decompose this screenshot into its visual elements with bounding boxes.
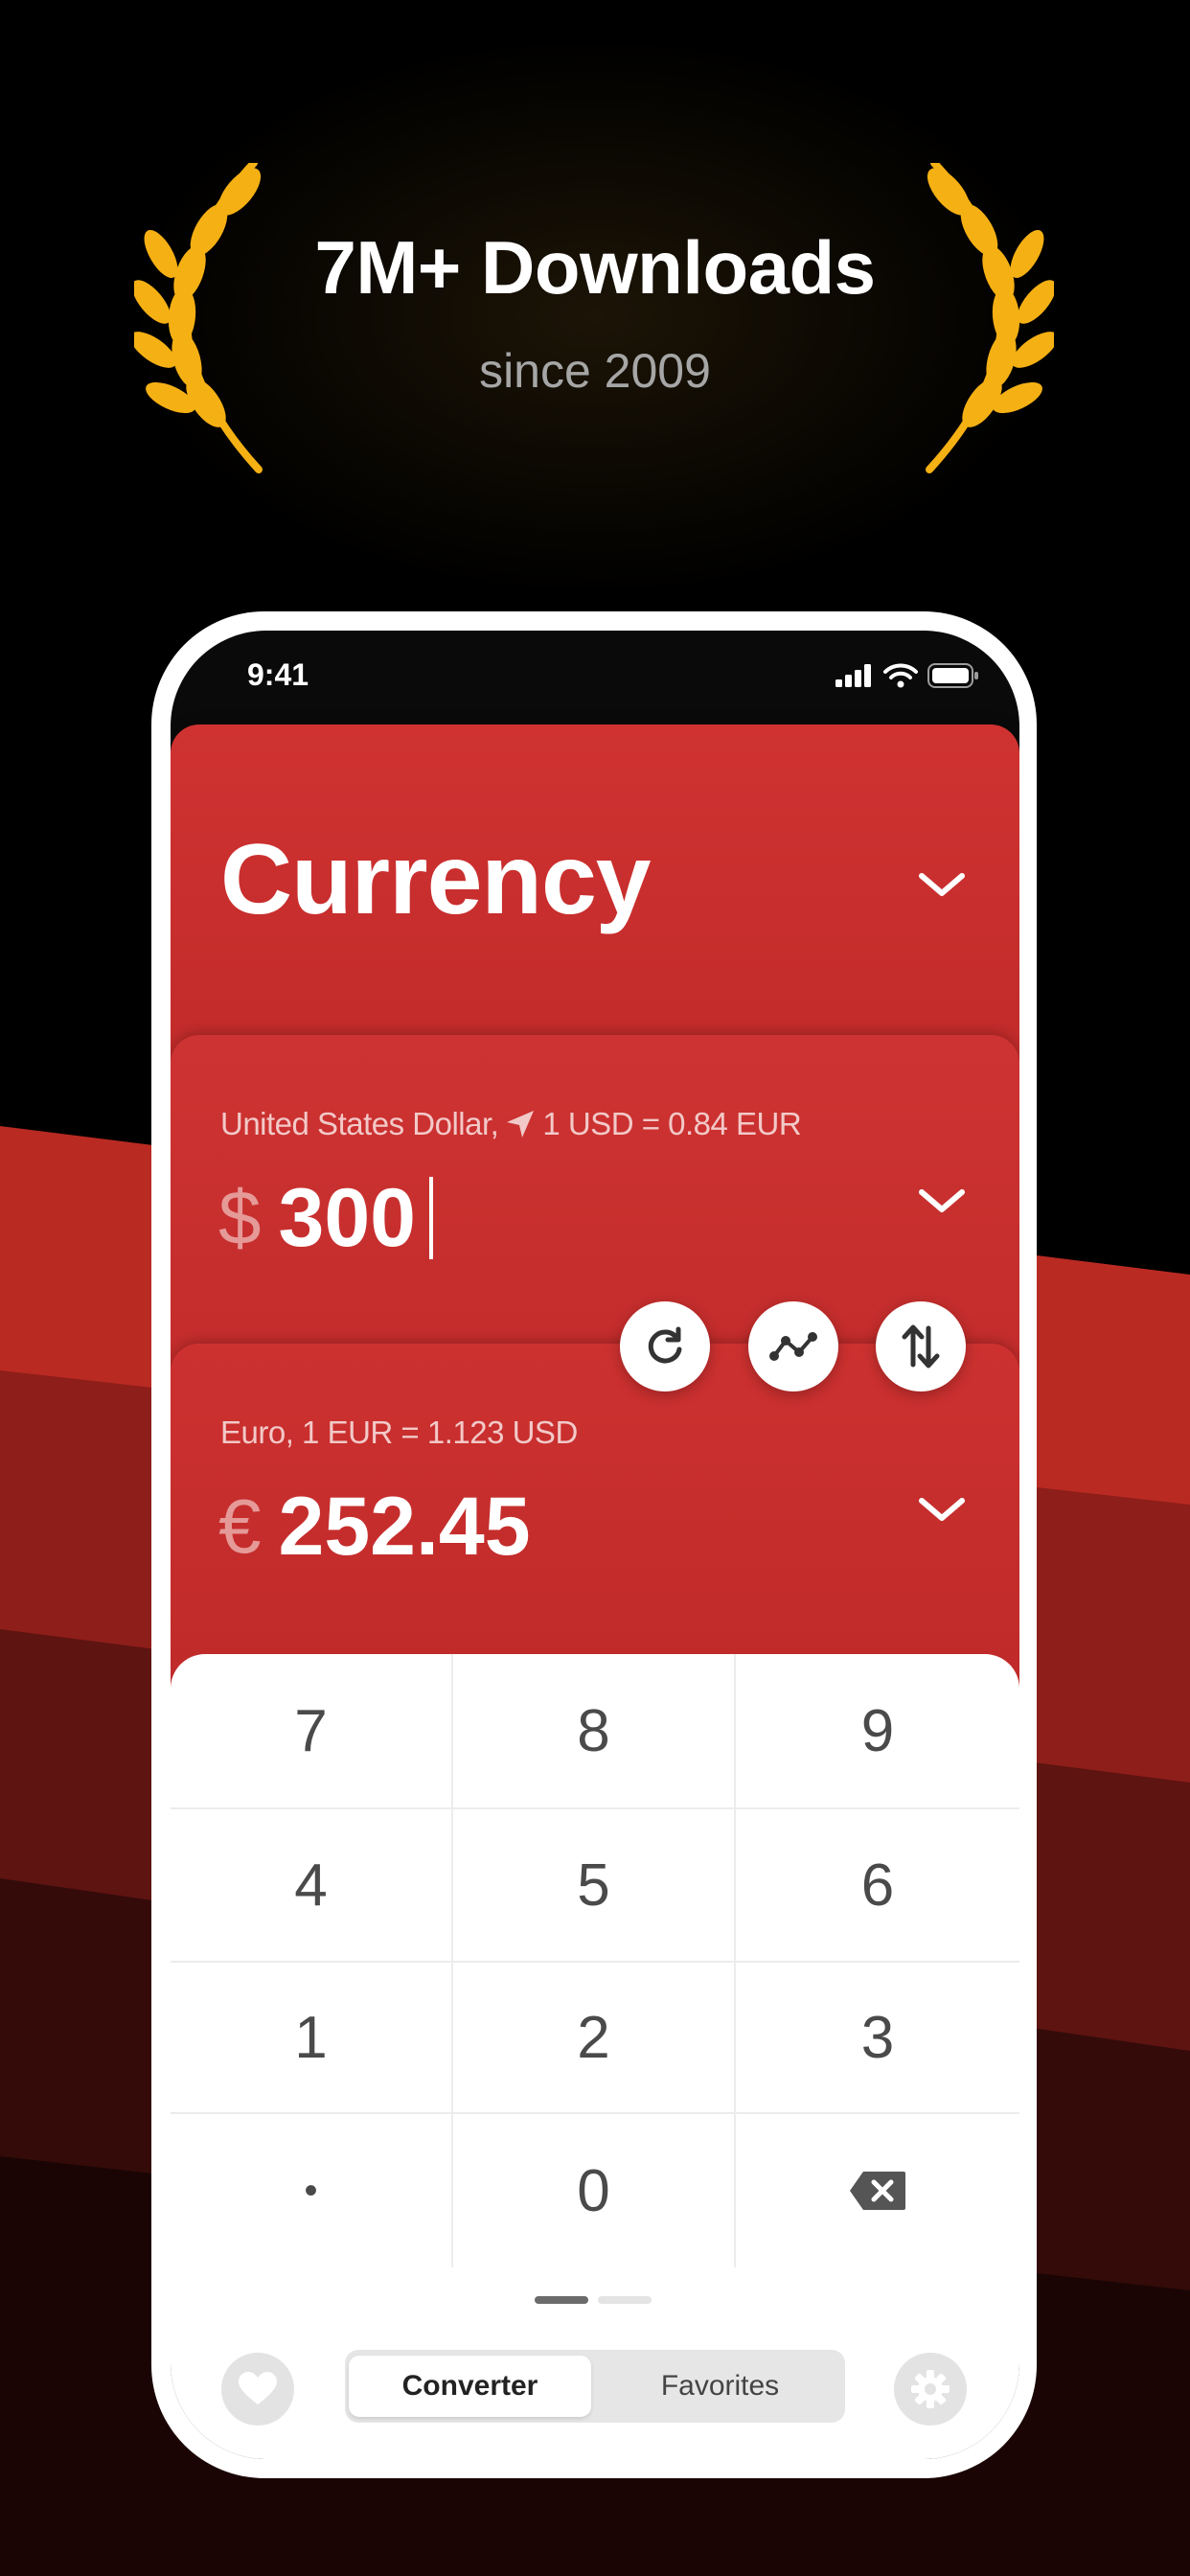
chevron-down-icon[interactable] xyxy=(916,1184,968,1217)
heart-icon xyxy=(239,2372,277,2404)
location-arrow-icon xyxy=(507,1111,535,1138)
text-cursor xyxy=(429,1177,433,1259)
subline: since 2009 xyxy=(479,344,711,398)
promo-header: 7M+ Downloads since 2009 xyxy=(0,230,1190,395)
to-currency-label: Euro, 1 EUR = 1.123 USD xyxy=(220,1414,578,1450)
key-decimal[interactable]: • xyxy=(171,2114,453,2267)
from-amount[interactable]: 300 xyxy=(279,1177,417,1259)
backspace-icon xyxy=(850,2172,905,2210)
phone-screen: 9:41 Currency United States Dollar, 1 US… xyxy=(171,631,1019,2459)
key-5[interactable]: 5 xyxy=(453,1809,736,1963)
favorites-heart-button[interactable] xyxy=(221,2353,294,2426)
chart-icon xyxy=(769,1332,817,1361)
page-title: Currency xyxy=(220,824,652,935)
wifi-icon xyxy=(883,663,918,688)
chart-button[interactable] xyxy=(748,1301,838,1392)
key-1[interactable]: 1 xyxy=(171,1963,453,2114)
settings-button[interactable] xyxy=(894,2353,967,2426)
status-time: 9:41 xyxy=(247,657,309,692)
euro-symbol: € xyxy=(218,1484,262,1569)
dollar-symbol: $ xyxy=(218,1175,262,1260)
chevron-down-icon[interactable] xyxy=(916,1493,968,1526)
key-8[interactable]: 8 xyxy=(453,1654,736,1809)
key-7[interactable]: 7 xyxy=(171,1654,453,1809)
from-currency-name: United States Dollar, xyxy=(220,1106,499,1141)
from-amount-input[interactable]: $ 300 xyxy=(218,1177,433,1259)
refresh-icon xyxy=(648,1326,682,1364)
page-indicator xyxy=(535,2296,652,2304)
gear-icon xyxy=(911,2370,950,2408)
page-dot-active xyxy=(535,2296,588,2304)
key-9[interactable]: 9 xyxy=(736,1654,1019,1809)
swap-button[interactable] xyxy=(876,1301,966,1392)
cellular-signal-icon xyxy=(835,664,871,687)
refresh-button[interactable] xyxy=(620,1301,710,1392)
key-4[interactable]: 4 xyxy=(171,1809,453,1963)
chevron-down-icon[interactable] xyxy=(916,868,968,901)
key-2[interactable]: 2 xyxy=(453,1963,736,2114)
swap-icon xyxy=(902,1324,940,1368)
from-currency-label: United States Dollar, 1 USD = 0.84 EUR xyxy=(220,1106,802,1142)
headline: 7M+ Downloads xyxy=(314,225,876,310)
to-amount: 252.45 xyxy=(278,1481,531,1573)
key-backspace[interactable] xyxy=(736,2114,1019,2267)
key-6[interactable]: 6 xyxy=(736,1809,1019,1963)
tab-converter[interactable]: Converter xyxy=(349,2356,591,2417)
numeric-keypad: 7 8 9 4 5 6 1 2 3 • 0 Converter Favorite… xyxy=(171,1654,1019,2459)
page-dot[interactable] xyxy=(598,2296,652,2304)
from-currency-rate: 1 USD = 0.84 EUR xyxy=(542,1106,802,1141)
segmented-control: Converter Favorites xyxy=(345,2350,845,2423)
bottom-tab-bar: Converter Favorites xyxy=(171,2338,1019,2444)
battery-icon xyxy=(927,663,978,688)
key-3[interactable]: 3 xyxy=(736,1963,1019,2114)
status-icons xyxy=(835,663,979,688)
to-amount-display: € 252.45 xyxy=(218,1485,531,1568)
keypad-grid: 7 8 9 4 5 6 1 2 3 • 0 xyxy=(171,1654,1019,2267)
tab-favorites[interactable]: Favorites xyxy=(599,2356,841,2417)
key-0[interactable]: 0 xyxy=(453,2114,736,2267)
